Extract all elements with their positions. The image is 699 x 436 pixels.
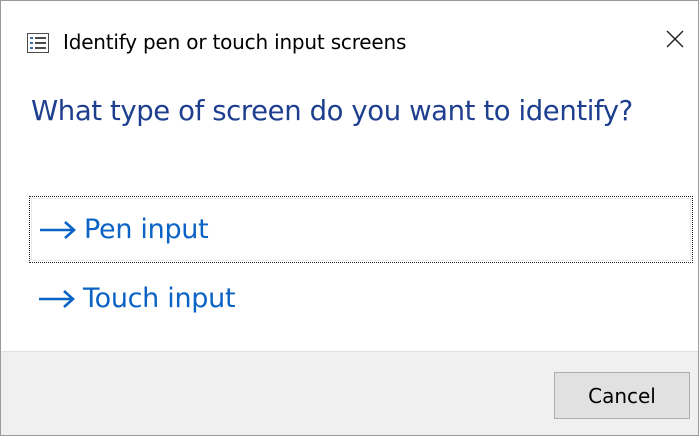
cancel-button[interactable]: Cancel xyxy=(554,372,690,419)
settings-list-icon xyxy=(27,33,49,53)
page-heading: What type of screen do you want to ident… xyxy=(31,95,633,127)
arrow-right-icon xyxy=(37,289,77,309)
window-title: Identify pen or touch input screens xyxy=(63,30,407,54)
close-button[interactable] xyxy=(652,15,698,67)
dialog-footer: Cancel xyxy=(1,351,698,435)
touch-input-option[interactable]: Touch input xyxy=(29,265,693,332)
dialog-window: Identify pen or touch input screens What… xyxy=(0,0,699,436)
pen-input-option[interactable]: Pen input xyxy=(29,196,693,263)
close-icon xyxy=(665,29,685,53)
pen-input-label: Pen input xyxy=(84,214,209,245)
arrow-right-icon xyxy=(38,220,78,240)
title-bar[interactable]: Identify pen or touch input screens xyxy=(1,1,698,85)
touch-input-label: Touch input xyxy=(83,283,236,314)
